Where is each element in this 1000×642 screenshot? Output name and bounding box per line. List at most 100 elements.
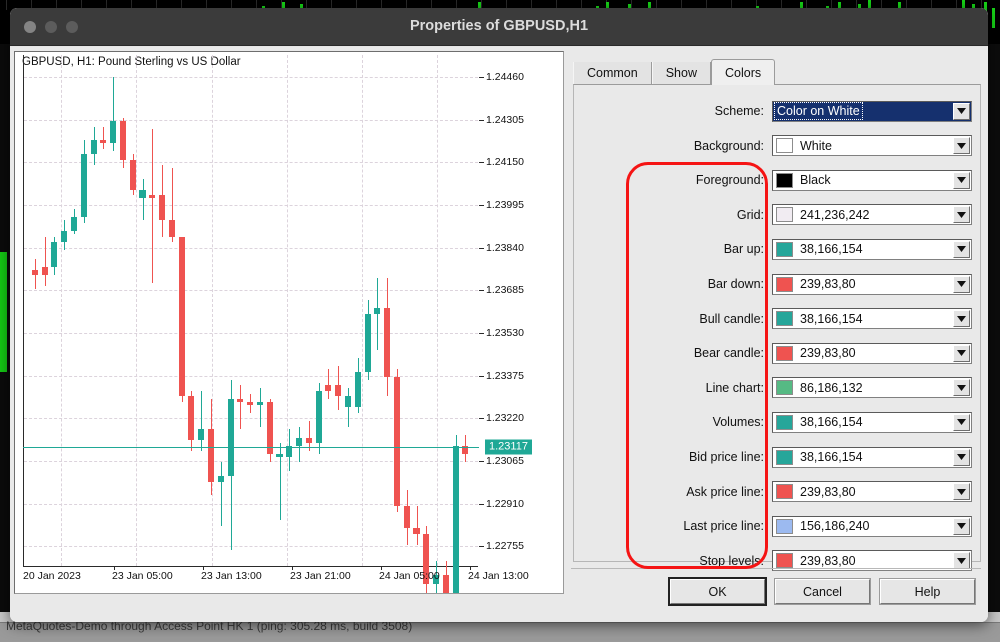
color-row-bid-price-line: Bid price line: 38,166,154 (574, 445, 972, 469)
candle-body (31, 269, 38, 276)
price-axis-tick (479, 546, 484, 548)
combo-bear-candle[interactable]: 239,83,80 (772, 342, 972, 364)
chevron-down-icon[interactable] (953, 483, 970, 501)
time-axis-tick (203, 566, 204, 570)
candle-body (119, 121, 126, 160)
candle-wick (143, 178, 144, 221)
combo-line-chart[interactable]: 86,186,132 (772, 377, 972, 399)
chevron-down-icon[interactable] (953, 413, 970, 431)
grid-line-vertical (136, 55, 138, 566)
candle-body (188, 396, 195, 441)
footer-separator (571, 568, 981, 569)
grid-line-horizontal (24, 503, 478, 505)
combo-grid[interactable]: 241,236,242 (772, 204, 972, 226)
chart-inner: GBPUSD, H1: Pound Sterling vs US Dollar … (15, 52, 563, 593)
time-axis-label: 20 Jan 2023 (23, 570, 81, 582)
label-bear-candle: Bear candle: (693, 346, 764, 361)
price-axis-label: 1.23530 (486, 327, 524, 340)
candle-wick (328, 368, 329, 400)
ok-button[interactable]: OK (668, 577, 767, 606)
chart-time-axis: 20 Jan 2023 23 Jan 05:00 23 Jan 13:00 23 Ja… (23, 566, 563, 588)
combo-bar-up[interactable]: 38,166,154 (772, 238, 972, 260)
tab-colors[interactable]: Colors (711, 59, 776, 85)
color-row-volumes: Volumes: 38,166,154 (574, 410, 972, 434)
candle-body (247, 401, 254, 405)
price-axis-label: 1.24460 (486, 71, 524, 84)
chevron-down-icon[interactable] (953, 448, 970, 466)
candle-body (100, 140, 107, 144)
combo-background[interactable]: White (772, 135, 972, 157)
combo-last-price-line[interactable]: 156,186,240 (772, 515, 972, 537)
label-background: Background: (693, 138, 764, 153)
price-axis-label: 1.23685 (486, 284, 524, 297)
combo-scheme[interactable]: Color on White (772, 100, 972, 122)
color-row-bar-down: Bar down: 239,83,80 (574, 272, 972, 296)
combo-value-volumes: 38,166,154 (800, 415, 863, 430)
chevron-down-icon[interactable] (953, 171, 970, 189)
label-stop-levels: Stop levels: (699, 553, 764, 568)
color-swatch-bid-price-line (776, 449, 793, 465)
label-bid-price-line: Bid price line: (688, 450, 764, 464)
background-scrollbar[interactable] (986, 44, 1000, 612)
combo-volumes[interactable]: 38,166,154 (772, 411, 972, 433)
tab-show[interactable]: Show (651, 62, 711, 84)
candle-body (374, 308, 381, 314)
combo-bid-price-line[interactable]: 38,166,154 (772, 446, 972, 468)
candle-wick (260, 388, 261, 427)
price-axis-tick (479, 119, 484, 121)
color-row-grid: Grid: 241,236,242 (574, 203, 972, 227)
combo-foreground[interactable]: Black (772, 169, 972, 191)
combo-bar-down[interactable]: 239,83,80 (772, 273, 972, 295)
grid-line-horizontal (24, 418, 478, 420)
time-axis-label: 23 Jan 05:00 (112, 570, 173, 582)
candle-wick (103, 126, 104, 149)
candle-body (256, 401, 263, 405)
chevron-down-icon[interactable] (953, 137, 970, 155)
color-swatch-foreground (776, 172, 793, 188)
chevron-down-icon[interactable] (953, 517, 970, 535)
color-row-background: Background: White (574, 134, 972, 158)
combo-ask-price-line[interactable]: 239,83,80 (772, 481, 972, 503)
color-row-foreground: Foreground: Black (574, 168, 972, 192)
chevron-down-icon[interactable] (953, 240, 970, 258)
chart-plot-area (23, 55, 478, 593)
chart-preview-panel[interactable]: GBPUSD, H1: Pound Sterling vs US Dollar … (14, 51, 564, 594)
grid-line-vertical (437, 55, 439, 566)
dialog-footer: OK Cancel Help (568, 568, 983, 614)
grid-line-horizontal (24, 333, 478, 335)
label-ask-price-line: Ask price line: (686, 484, 764, 499)
tab-common[interactable]: Common (573, 62, 652, 84)
price-axis-tick (479, 333, 484, 335)
combo-value-line-chart: 86,186,132 (800, 380, 863, 395)
chevron-down-icon[interactable] (953, 206, 970, 224)
chevron-down-icon[interactable] (953, 310, 970, 328)
color-swatch-bull-candle (776, 311, 793, 327)
time-axis-tick (381, 566, 382, 570)
candle-wick (377, 277, 378, 350)
help-button[interactable]: Help (879, 578, 976, 605)
label-bar-down: Bar down: (707, 277, 764, 291)
candle-body (325, 385, 332, 391)
cancel-button[interactable]: Cancel (774, 578, 871, 605)
candle-body (70, 217, 78, 232)
chevron-down-icon[interactable] (953, 344, 970, 362)
candle-body (129, 159, 136, 190)
candle-body (159, 195, 166, 221)
candle-body (90, 140, 97, 155)
chevron-down-icon[interactable] (953, 552, 970, 570)
last-price-tag: 1.23117 (485, 439, 532, 455)
chevron-down-icon[interactable] (953, 379, 970, 397)
color-row-bear-candle: Bear candle: 239,83,80 (574, 341, 972, 365)
candle-body (178, 236, 185, 397)
dialog-titlebar[interactable]: Properties of GBPUSD,H1 (10, 8, 988, 46)
label-foreground: Foreground: (695, 173, 764, 188)
chevron-down-icon[interactable] (953, 102, 970, 120)
color-swatch-grid (776, 207, 793, 223)
tab-label: Common (587, 66, 638, 80)
combo-bull-candle[interactable]: 38,166,154 (772, 308, 972, 330)
price-axis-label: 1.23220 (486, 412, 524, 425)
candle-body (403, 506, 410, 529)
chevron-down-icon[interactable] (953, 275, 970, 293)
candle-body (296, 437, 303, 446)
grid-line-vertical (61, 55, 63, 566)
